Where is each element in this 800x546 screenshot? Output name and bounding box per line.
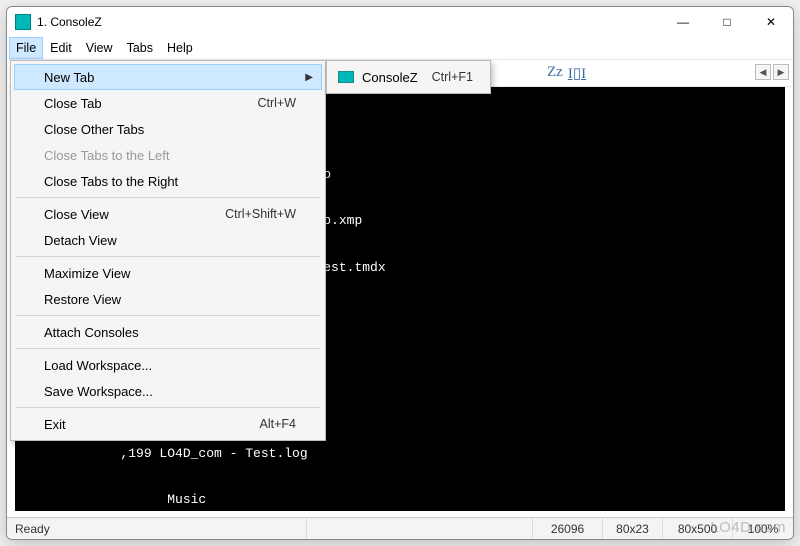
status-zoom: 100% (733, 518, 793, 539)
toolbar-icon-z2[interactable]: I▯I (568, 64, 586, 83)
menu-detach-view-label: Detach View (44, 233, 296, 248)
menu-close-other-tabs[interactable]: Close Other Tabs (14, 116, 322, 142)
menu-exit[interactable]: Exit Alt+F4 (14, 411, 322, 437)
menu-maximize-view-label: Maximize View (44, 266, 296, 281)
menu-separator (16, 348, 320, 349)
status-spacer (307, 518, 533, 539)
menu-restore-view[interactable]: Restore View (14, 286, 322, 312)
toolbar-icon-z1[interactable]: Zz (547, 64, 563, 83)
menu-attach-consoles-label: Attach Consoles (44, 325, 296, 340)
status-visible-size: 80x23 (603, 518, 663, 539)
menu-close-view-shortcut: Ctrl+Shift+W (225, 207, 296, 221)
console-line: ,199 LO4D_com - Test.log (19, 446, 781, 462)
maximize-button[interactable]: □ (705, 8, 749, 36)
menu-close-left-label: Close Tabs to the Left (44, 148, 296, 163)
submenu-consolez[interactable]: ConsoleZ Ctrl+F1 (330, 64, 487, 90)
titlebar: 1. ConsoleZ — □ ✕ (7, 7, 793, 37)
menu-exit-label: Exit (44, 417, 260, 432)
status-buffer-size: 80x500 (663, 518, 733, 539)
menu-close-right-label: Close Tabs to the Right (44, 174, 296, 189)
submenu-consolez-shortcut: Ctrl+F1 (432, 70, 473, 84)
new-tab-submenu: ConsoleZ Ctrl+F1 (326, 60, 491, 94)
app-icon (15, 14, 31, 30)
menu-save-workspace-label: Save Workspace... (44, 384, 296, 399)
toolbar-icons: Zz I▯I (547, 64, 586, 83)
menu-attach-consoles[interactable]: Attach Consoles (14, 319, 322, 345)
menu-help[interactable]: Help (160, 37, 200, 59)
menu-save-workspace[interactable]: Save Workspace... (14, 378, 322, 404)
menu-detach-view[interactable]: Detach View (14, 227, 322, 253)
window-title: 1. ConsoleZ (37, 15, 102, 29)
file-menu-dropdown: New Tab ▶ Close Tab Ctrl+W Close Other T… (10, 60, 326, 441)
menu-separator (16, 315, 320, 316)
window-controls: — □ ✕ (661, 8, 793, 36)
menu-separator (16, 256, 320, 257)
menu-close-tab-shortcut: Ctrl+W (257, 96, 296, 110)
menu-maximize-view[interactable]: Maximize View (14, 260, 322, 286)
menu-separator (16, 407, 320, 408)
menu-separator (16, 197, 320, 198)
menu-load-workspace[interactable]: Load Workspace... (14, 352, 322, 378)
status-ready: Ready (7, 518, 307, 539)
menu-close-view-label: Close View (44, 207, 225, 222)
menu-tabs[interactable]: Tabs (120, 37, 160, 59)
menu-close-tabs-right[interactable]: Close Tabs to the Right (14, 168, 322, 194)
menu-close-view[interactable]: Close View Ctrl+Shift+W (14, 201, 322, 227)
minimize-button[interactable]: — (661, 8, 705, 36)
close-button[interactable]: ✕ (749, 8, 793, 36)
submenu-arrow-icon: ▶ (305, 72, 313, 83)
menu-close-tabs-left: Close Tabs to the Left (14, 142, 322, 168)
tab-nav-left[interactable]: ◀ (755, 64, 771, 80)
console-icon (338, 71, 354, 83)
menu-close-other-label: Close Other Tabs (44, 122, 296, 137)
console-line: Music (19, 492, 781, 508)
menu-edit[interactable]: Edit (43, 37, 79, 59)
tab-nav: ◀ ▶ (755, 64, 789, 80)
menu-new-tab[interactable]: New Tab ▶ (14, 64, 322, 90)
menubar: File Edit View Tabs Help (7, 37, 793, 59)
menu-new-tab-label: New Tab (44, 70, 296, 85)
tab-nav-right[interactable]: ▶ (773, 64, 789, 80)
status-pid: 26096 (533, 518, 603, 539)
menu-view[interactable]: View (79, 37, 120, 59)
menu-exit-shortcut: Alt+F4 (260, 417, 296, 431)
menu-file[interactable]: File (9, 37, 43, 59)
submenu-consolez-label: ConsoleZ (362, 70, 418, 85)
menu-close-tab-label: Close Tab (44, 96, 257, 111)
statusbar: Ready 26096 80x23 80x500 100% (7, 517, 793, 539)
menu-load-workspace-label: Load Workspace... (44, 358, 296, 373)
menu-close-tab[interactable]: Close Tab Ctrl+W (14, 90, 322, 116)
menu-restore-view-label: Restore View (44, 292, 296, 307)
